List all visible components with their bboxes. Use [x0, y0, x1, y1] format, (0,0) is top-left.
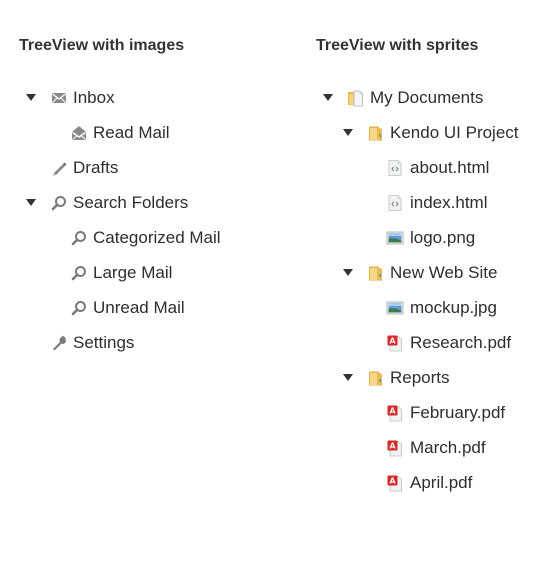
- tree-node-research-pdf[interactable]: Research.pdf: [297, 325, 558, 360]
- tree-node-label[interactable]: mockup.jpg: [410, 290, 497, 325]
- tree-node-kendo-ui-project[interactable]: Kendo UI Project: [297, 115, 558, 150]
- expand-toggle-icon[interactable]: [340, 115, 356, 150]
- tree-node-categorized-mail[interactable]: Categorized Mail: [0, 220, 290, 255]
- pdf-file-icon: [386, 439, 404, 457]
- tree-node-april-pdf[interactable]: April.pdf: [297, 465, 558, 500]
- tree-node-label[interactable]: Categorized Mail: [93, 220, 221, 255]
- tree-node-label[interactable]: Reports: [390, 360, 450, 395]
- tree-node-label[interactable]: Search Folders: [73, 185, 188, 220]
- tree-node-unread-mail[interactable]: Unread Mail: [0, 290, 290, 325]
- tree-node-label[interactable]: Unread Mail: [93, 290, 185, 325]
- treeview-sprites: My Documents Kendo UI Project about.html…: [297, 80, 558, 500]
- search-icon: [70, 264, 88, 282]
- treeview-images-heading: TreeView with images: [19, 37, 185, 54]
- expand-toggle-icon[interactable]: [340, 255, 356, 290]
- tree-node-label[interactable]: Drafts: [73, 150, 118, 185]
- folder-icon: [366, 124, 384, 142]
- treeview-sprites-heading: TreeView with sprites: [316, 37, 479, 54]
- pdf-file-icon: [386, 404, 404, 422]
- expand-toggle-icon[interactable]: [23, 80, 39, 115]
- tree-node-label[interactable]: Settings: [73, 325, 134, 360]
- image-file-icon: [386, 299, 404, 317]
- wrench-icon: [50, 334, 68, 352]
- mail-open-icon: [70, 124, 88, 142]
- pdf-file-icon: [386, 334, 404, 352]
- tree-node-my-documents[interactable]: My Documents: [297, 80, 558, 115]
- tree-node-read-mail[interactable]: Read Mail: [0, 115, 290, 150]
- expand-toggle-icon[interactable]: [320, 80, 336, 115]
- expand-toggle-icon[interactable]: [23, 185, 39, 220]
- tree-node-label[interactable]: New Web Site: [390, 255, 497, 290]
- tree-node-inbox[interactable]: Inbox: [0, 80, 290, 115]
- tree-node-label[interactable]: about.html: [410, 150, 489, 185]
- folder-documents-icon: [346, 89, 364, 107]
- tree-node-search-folders[interactable]: Search Folders: [0, 185, 290, 220]
- search-icon: [70, 229, 88, 247]
- tree-node-label[interactable]: My Documents: [370, 80, 483, 115]
- mail-icon: [50, 89, 68, 107]
- html-file-icon: [386, 194, 404, 212]
- tree-node-label[interactable]: March.pdf: [410, 430, 486, 465]
- tree-node-label[interactable]: February.pdf: [410, 395, 505, 430]
- tree-node-logo-png[interactable]: logo.png: [297, 220, 558, 255]
- pencil-icon: [50, 159, 68, 177]
- tree-node-index-html[interactable]: index.html: [297, 185, 558, 220]
- tree-node-label[interactable]: April.pdf: [410, 465, 472, 500]
- folder-icon: [366, 264, 384, 282]
- tree-node-about-html[interactable]: about.html: [297, 150, 558, 185]
- tree-node-new-web-site[interactable]: New Web Site: [297, 255, 558, 290]
- tree-node-mockup-jpg[interactable]: mockup.jpg: [297, 290, 558, 325]
- treeview-images: Inbox Read Mail Drafts Search Folders Ca…: [0, 80, 290, 360]
- tree-node-label[interactable]: Kendo UI Project: [390, 115, 519, 150]
- tree-node-label[interactable]: Research.pdf: [410, 325, 511, 360]
- image-file-icon: [386, 229, 404, 247]
- html-file-icon: [386, 159, 404, 177]
- expand-toggle-icon[interactable]: [340, 360, 356, 395]
- folder-icon: [366, 369, 384, 387]
- tree-node-settings[interactable]: Settings: [0, 325, 290, 360]
- search-icon: [50, 194, 68, 212]
- tree-node-label[interactable]: index.html: [410, 185, 487, 220]
- tree-node-label[interactable]: Inbox: [73, 80, 115, 115]
- tree-node-reports[interactable]: Reports: [297, 360, 558, 395]
- tree-node-label[interactable]: logo.png: [410, 220, 475, 255]
- tree-node-february-pdf[interactable]: February.pdf: [297, 395, 558, 430]
- tree-node-label[interactable]: Read Mail: [93, 115, 170, 150]
- search-icon: [70, 299, 88, 317]
- tree-node-large-mail[interactable]: Large Mail: [0, 255, 290, 290]
- tree-node-march-pdf[interactable]: March.pdf: [297, 430, 558, 465]
- tree-node-label[interactable]: Large Mail: [93, 255, 172, 290]
- tree-node-drafts[interactable]: Drafts: [0, 150, 290, 185]
- pdf-file-icon: [386, 474, 404, 492]
